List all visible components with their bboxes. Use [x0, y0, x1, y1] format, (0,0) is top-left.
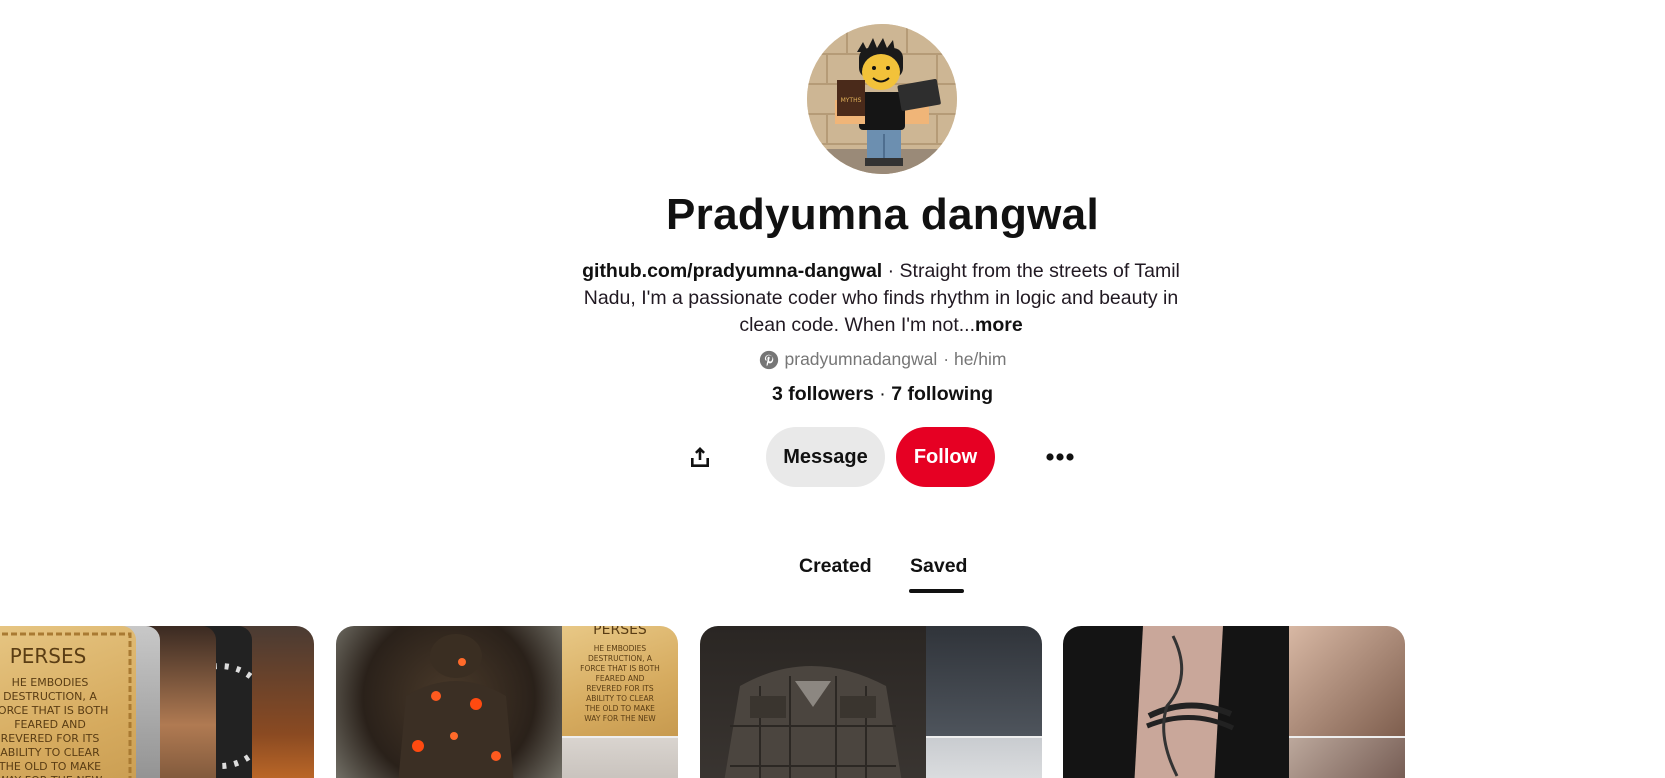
followers-count[interactable]: 3 followers: [772, 383, 874, 405]
avatar-image: MYTHS: [807, 24, 957, 174]
count-separator: ·: [873, 383, 892, 405]
handle-text: pradyumnadangwal: [784, 349, 938, 369]
board-card[interactable]: [1063, 626, 1405, 778]
profile-handle: pradyumnadangwal · he/him: [0, 349, 1665, 370]
more-options-button[interactable]: [1038, 435, 1082, 479]
profile-name: Pradyumna dangwal: [666, 190, 1099, 239]
board-image: [926, 738, 1042, 778]
parchment-title: PERSES: [9, 644, 87, 668]
parchment-text: HE EMBODIES DESTRUCTION, A FORCE THAT IS…: [580, 644, 660, 723]
bio-more-link[interactable]: more: [975, 314, 1023, 336]
parchment-title: PERSES: [593, 626, 647, 638]
share-button[interactable]: [678, 435, 722, 479]
boards-grid: PERSES HE EMBODIES DESTRUCTION, A FORCE …: [0, 626, 1665, 778]
profile-tabs: Created Saved: [0, 555, 1665, 595]
parchment-text: HE EMBODIES DESTRUCTION, A FORCE THAT IS…: [0, 676, 109, 778]
board-card[interactable]: [700, 626, 1042, 778]
board-image: [1289, 738, 1405, 778]
board-image: [1063, 626, 1289, 778]
follow-button[interactable]: Follow: [896, 427, 995, 487]
board-image: PERSES HE EMBODIES DESTRUCTION, A FORCE …: [562, 626, 678, 736]
message-button[interactable]: Message: [766, 427, 885, 487]
bio-website-link[interactable]: github.com/pradyumna-dangwal: [582, 260, 882, 282]
board-image: [700, 626, 926, 778]
avatar[interactable]: MYTHS: [807, 24, 957, 174]
share-icon: [691, 447, 709, 467]
more-options-icon: [1046, 453, 1074, 461]
board-image: [562, 738, 678, 778]
board-image: [336, 626, 562, 778]
follow-counts: 3 followers · 7 following: [0, 383, 1665, 406]
board-card[interactable]: PERSES HE EMBODIES DESTRUCTION, A FORCE …: [0, 626, 314, 778]
profile-actions: Message Follow: [0, 427, 1665, 489]
profile-bio: github.com/pradyumna-dangwal · Straight …: [570, 258, 1192, 339]
board-card[interactable]: PERSES HE EMBODIES DESTRUCTION, A FORCE …: [336, 626, 678, 778]
tab-created[interactable]: Created: [799, 555, 872, 578]
tab-saved[interactable]: Saved: [910, 555, 967, 578]
board-image: [1289, 626, 1405, 736]
pronouns-text: · he/him: [943, 349, 1007, 369]
board-image: [926, 626, 1042, 736]
pinterest-icon: [759, 350, 778, 369]
svg-text:MYTHS: MYTHS: [841, 97, 862, 104]
board-image: PERSES HE EMBODIES DESTRUCTION, A FORCE …: [0, 626, 136, 778]
active-tab-indicator: [909, 589, 964, 593]
following-count[interactable]: 7 following: [891, 383, 993, 405]
